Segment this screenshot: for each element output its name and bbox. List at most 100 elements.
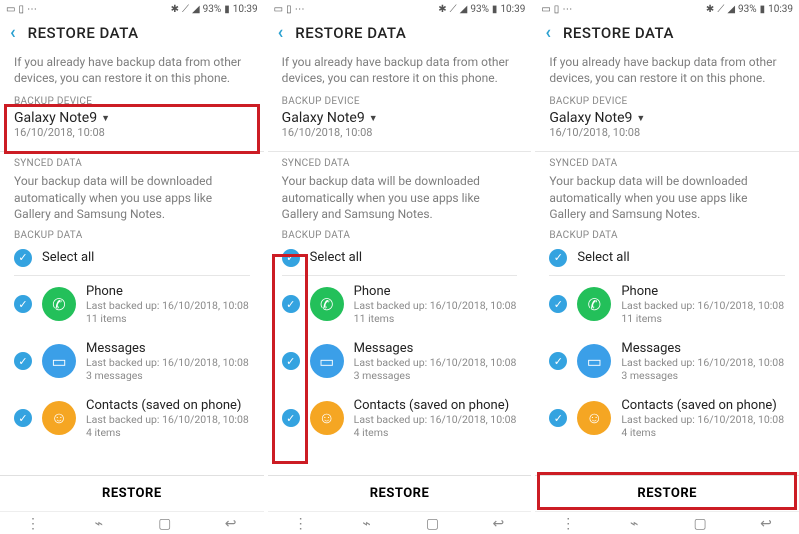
page-header: ‹ RESTORE DATA: [535, 18, 799, 48]
status-icon-sim: ▯: [18, 4, 24, 15]
backup-device-selector[interactable]: Galaxy Note9 ▼ 16/10/2018, 10:08: [268, 107, 532, 145]
list-item[interactable]: ✓ ▭ Messages Last backed up: 16/10/2018,…: [535, 333, 799, 390]
synced-data-text: Your backup data will be downloaded auto…: [0, 169, 264, 230]
list-item[interactable]: ✓ ▭ Messages Last backed up: 16/10/2018,…: [268, 333, 532, 390]
checkbox-checked-icon[interactable]: ✓: [282, 249, 300, 267]
checkbox-checked-icon[interactable]: ✓: [14, 295, 32, 313]
checkbox-checked-icon[interactable]: ✓: [14, 249, 32, 267]
item-title: Contacts (saved on phone): [621, 398, 785, 413]
nav-back-icon[interactable]: ↩: [490, 516, 506, 532]
checkbox-checked-icon[interactable]: ✓: [282, 352, 300, 370]
status-icon-card: ▭: [6, 4, 15, 15]
backup-data-label: BACKUP DATA: [0, 230, 264, 241]
backup-device-selector[interactable]: Galaxy Note9 ▼ 16/10/2018, 10:08: [0, 107, 264, 145]
nav-home-icon[interactable]: ▢: [692, 516, 708, 532]
android-navbar: ⋮ ⌁ ▢ ↩: [0, 511, 264, 534]
checkbox-checked-icon[interactable]: ✓: [282, 295, 300, 313]
list-item[interactable]: ✓ ☺ Contacts (saved on phone) Last backe…: [535, 390, 799, 447]
checkbox-checked-icon[interactable]: ✓: [282, 409, 300, 427]
restore-button[interactable]: RESTORE: [0, 475, 264, 511]
item-title: Contacts (saved on phone): [354, 398, 518, 413]
select-all-row[interactable]: ✓ Select all: [0, 241, 264, 275]
signal-icon: ◢: [192, 4, 200, 15]
list-item[interactable]: ✓ ✆ Phone Last backed up: 16/10/2018, 10…: [535, 276, 799, 333]
backup-device-timestamp: 16/10/2018, 10:08: [14, 126, 250, 139]
status-bar: ▭ ▯ ⋯ ✱ ⟋ ◢ 93% ▮ 10:39: [535, 0, 799, 18]
nav-menu-icon[interactable]: ⋮: [25, 516, 41, 532]
select-all-row[interactable]: ✓ Select all: [535, 241, 799, 275]
list-item[interactable]: ✓ ☺ Contacts (saved on phone) Last backe…: [0, 390, 264, 447]
item-title: Phone: [86, 284, 250, 299]
backup-device-label: BACKUP DEVICE: [0, 96, 264, 107]
backup-device-name: Galaxy Note9: [549, 110, 632, 126]
wifi-off-icon: ⟋: [450, 4, 457, 15]
signal-icon: ◢: [460, 4, 468, 15]
nav-recent-icon[interactable]: ⌁: [626, 516, 642, 532]
backup-device-timestamp: 16/10/2018, 10:08: [282, 126, 518, 139]
restore-button[interactable]: RESTORE: [535, 475, 799, 511]
list-item[interactable]: ✓ ✆ Phone Last backed up: 16/10/2018, 10…: [0, 276, 264, 333]
item-subtitle: Last backed up: 16/10/2018, 10:08: [354, 356, 518, 369]
bluetooth-icon: ✱: [438, 4, 446, 15]
nav-recent-icon[interactable]: ⌁: [91, 516, 107, 532]
backup-device-name: Galaxy Note9: [14, 110, 97, 126]
nav-home-icon[interactable]: ▢: [157, 516, 173, 532]
nav-menu-icon[interactable]: ⋮: [560, 516, 576, 532]
divider: [0, 151, 264, 152]
clock: 10:39: [768, 4, 793, 15]
phone-icon: ✆: [42, 287, 76, 321]
nav-back-icon[interactable]: ↩: [758, 516, 774, 532]
list-item[interactable]: ✓ ▭ Messages Last backed up: 16/10/2018,…: [0, 333, 264, 390]
back-icon[interactable]: ‹: [545, 24, 551, 42]
wifi-off-icon: ⟋: [717, 4, 724, 15]
item-count: 11 items: [86, 312, 250, 325]
intro-text: If you already have backup data from oth…: [535, 48, 799, 96]
checkbox-checked-icon[interactable]: ✓: [549, 352, 567, 370]
chevron-down-icon: ▼: [101, 113, 110, 124]
checkbox-checked-icon[interactable]: ✓: [14, 352, 32, 370]
backup-data-label: BACKUP DATA: [535, 230, 799, 241]
clock: 10:39: [500, 4, 525, 15]
status-bar: ▭ ▯ ⋯ ✱ ⟋ ◢ 93% ▮ 10:39: [268, 0, 532, 18]
checkbox-checked-icon[interactable]: ✓: [549, 249, 567, 267]
backup-data-label: BACKUP DATA: [268, 230, 532, 241]
status-icon-sim: ▯: [286, 4, 292, 15]
back-icon[interactable]: ‹: [278, 24, 284, 42]
battery-icon: ▮: [760, 4, 766, 15]
item-title: Messages: [621, 341, 785, 356]
item-subtitle: Last backed up: 16/10/2018, 10:08: [354, 413, 518, 426]
battery-icon: ▮: [492, 4, 498, 15]
checkbox-checked-icon[interactable]: ✓: [549, 295, 567, 313]
nav-recent-icon[interactable]: ⌁: [359, 516, 375, 532]
synced-data-text: Your backup data will be downloaded auto…: [535, 169, 799, 230]
page-title: RESTORE DATA: [28, 24, 139, 42]
status-icon-more: ⋯: [27, 4, 37, 15]
select-all-row[interactable]: ✓ Select all: [268, 241, 532, 275]
battery-pct: 93%: [738, 4, 757, 15]
item-count: 4 items: [354, 426, 518, 439]
checkbox-checked-icon[interactable]: ✓: [549, 409, 567, 427]
phone-icon: ✆: [577, 287, 611, 321]
nav-back-icon[interactable]: ↩: [223, 516, 239, 532]
backup-device-selector[interactable]: Galaxy Note9 ▼ 16/10/2018, 10:08: [535, 107, 799, 145]
checkbox-checked-icon[interactable]: ✓: [14, 409, 32, 427]
android-navbar: ⋮ ⌁ ▢ ↩: [535, 511, 799, 534]
status-icon-card: ▭: [274, 4, 283, 15]
screenshot-1: ▭ ▯ ⋯ ✱ ⟋ ◢ 93% ▮ 10:39 ‹ RESTORE DATA I…: [0, 0, 264, 534]
page-title: RESTORE DATA: [563, 24, 674, 42]
item-subtitle: Last backed up: 16/10/2018, 10:08: [621, 413, 785, 426]
backup-items-list: ✓ Select all ✓ ✆ Phone Last backed up: 1…: [268, 241, 532, 475]
list-item[interactable]: ✓ ☺ Contacts (saved on phone) Last backe…: [268, 390, 532, 447]
item-count: 4 items: [86, 426, 250, 439]
nav-home-icon[interactable]: ▢: [424, 516, 440, 532]
nav-menu-icon[interactable]: ⋮: [293, 516, 309, 532]
restore-button[interactable]: RESTORE: [268, 475, 532, 511]
backup-device-label: BACKUP DEVICE: [535, 96, 799, 107]
back-icon[interactable]: ‹: [10, 24, 16, 42]
screenshot-3: ▭ ▯ ⋯ ✱ ⟋ ◢ 93% ▮ 10:39 ‹ RESTORE DATA I…: [535, 0, 799, 534]
item-title: Contacts (saved on phone): [86, 398, 250, 413]
messages-icon: ▭: [310, 344, 344, 378]
synced-data-label: SYNCED DATA: [535, 158, 799, 169]
list-item[interactable]: ✓ ✆ Phone Last backed up: 16/10/2018, 10…: [268, 276, 532, 333]
divider: [268, 151, 532, 152]
